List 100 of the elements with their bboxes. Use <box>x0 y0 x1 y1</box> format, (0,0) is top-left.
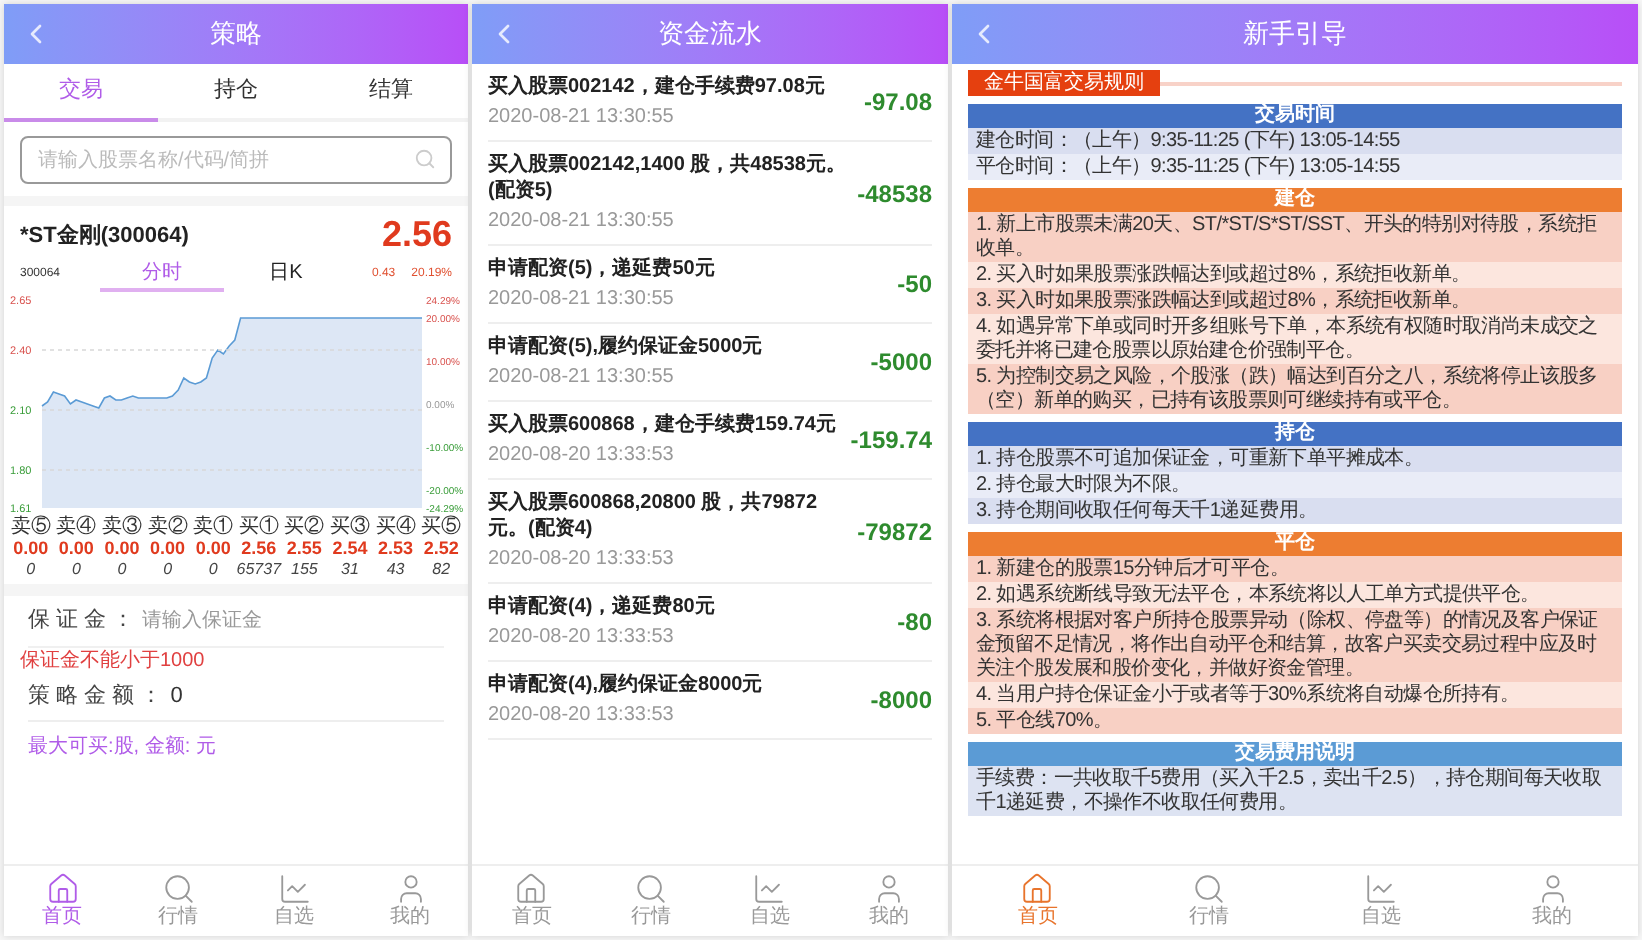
record-description: 申请配资(5)，递延费50元 <box>488 256 717 282</box>
record-description: 买入股票002142，建仓手续费97.08元 <box>488 74 827 100</box>
rule-row: 2. 如遇系统断线导致无法平仓，本系统将以人工单方式提供平仓。 <box>968 582 1622 608</box>
order-volume: 31 <box>341 560 359 580</box>
rule-row: 1. 新建仓的股票15分钟后才可平仓。 <box>968 556 1622 582</box>
tab[interactable]: 持仓 <box>158 64 314 121</box>
record-amount: -80 <box>895 606 932 640</box>
margin-input[interactable]: 请输入保证金 <box>142 606 444 636</box>
page-title: 资金流水 <box>656 16 764 53</box>
record-time: 2020-08-20 13:33:53 <box>488 444 676 468</box>
amount-label: 策 略 金 额 ： <box>28 681 163 713</box>
section-header: 交易时间 <box>968 104 1622 128</box>
search-icon <box>633 872 668 906</box>
order-label: 买⑤ <box>421 516 462 538</box>
nav-tab[interactable]: 行情 <box>591 866 710 936</box>
nav-tab[interactable]: 行情 <box>120 866 236 936</box>
rule-row: 3. 系统将根据对客户所持仓股票异动（除权、停盘等）的情况及客户保证金预留不足情况，将作出自动平仓和结算，故客户买卖交易过程中应及时关注个股发展和股价变化，并做好资金管理。 <box>968 608 1622 682</box>
rule-row: 2. 持仓最大时限为不限。 <box>968 472 1622 498</box>
order-price: 2.54 <box>332 538 368 560</box>
record-amount: -79872 <box>855 515 932 549</box>
order-label: 卖② <box>147 516 188 538</box>
order-price: 2.52 <box>423 538 459 560</box>
record-time: 2020-08-21 13:30:55 <box>488 366 676 390</box>
search-field[interactable]: 请输入股票名称/代码/简拼 <box>20 136 452 184</box>
order-price: 2.55 <box>286 538 322 560</box>
rule-row: 5. 平仓线70%。 <box>968 708 1622 734</box>
max-buy-text: 最大可买:股, 金额: 元 <box>28 733 218 762</box>
home-icon <box>1020 872 1055 906</box>
order-volume: 0 <box>26 560 36 580</box>
rule-row: 2. 买入时如果股票涨跌幅达到或超过8%，系统拒收新单。 <box>968 262 1622 288</box>
home-icon <box>514 872 549 906</box>
page-title: 策略 <box>208 16 264 53</box>
order-price: 0.00 <box>104 538 140 560</box>
rules-heading: 金牛国富交易规则 <box>968 70 1160 96</box>
nav-tab[interactable]: 首页 <box>472 866 591 936</box>
record-description: 买入股票600868，建仓手续费159.74元 <box>488 412 838 438</box>
order-price: 2.56 <box>241 538 277 560</box>
record-time: 2020-08-20 13:33:53 <box>488 704 676 728</box>
order-price: 0.00 <box>13 538 49 560</box>
search-icon <box>414 147 436 169</box>
rule-row: 4. 如遇异常下单或同时开多组账号下单，本系统有权随时取消尚未成交之委托并将已建仓股票以原始建仓价强制平仓。 <box>968 314 1622 364</box>
rule-row: 建仓时间：（上午）9:35-11:25 (下午) 13:05-14:55 <box>968 128 1622 154</box>
order-label: 卖① <box>193 516 234 538</box>
order-label: 买③ <box>329 516 370 538</box>
section-header: 平仓 <box>968 532 1622 556</box>
order-price: 0.00 <box>195 538 231 560</box>
record-description: 买入股票600868,20800 股，共79872元。(配资4) <box>488 490 820 542</box>
record-description: 申请配资(4)，递延费80元 <box>488 594 717 620</box>
record-amount: -8000 <box>868 684 932 718</box>
rule-row: 5. 为控制交易之风险，个股涨（跌）幅达到百分之八，系统将停止该股多（空）新单的购买，已持有该股票则可继续持有或平仓。 <box>968 364 1622 414</box>
order-label: 买② <box>284 516 325 538</box>
chart-icon <box>1363 872 1398 906</box>
chart-icon <box>277 872 311 906</box>
nav-tab[interactable]: 自选 <box>710 866 829 936</box>
order-label: 买④ <box>375 516 416 538</box>
tab[interactable]: 交易 <box>4 64 159 121</box>
section-header: 交易费用说明 <box>968 742 1622 766</box>
nav-tab[interactable]: 我的 <box>829 866 948 936</box>
order-label: 卖④ <box>56 516 97 538</box>
nav-tab[interactable]: 首页 <box>952 866 1124 936</box>
record-time: 2020-08-21 13:30:55 <box>488 106 676 130</box>
order-price: 0.00 <box>58 538 94 560</box>
nav-tab[interactable]: 自选 <box>1295 866 1467 936</box>
record-amount: -48538 <box>855 177 932 211</box>
section-header: 持仓 <box>968 422 1622 446</box>
stock-price: 2.56 <box>381 212 452 256</box>
record-amount: -97.08 <box>861 86 932 120</box>
nav-tab[interactable]: 我的 <box>1466 866 1638 936</box>
record-description: 申请配资(5),履约保证金5000元 <box>488 334 765 360</box>
chart-icon <box>752 872 787 906</box>
record-time: 2020-08-21 13:30:55 <box>488 210 676 234</box>
order-volume: 43 <box>386 560 405 580</box>
order-label: 卖⑤ <box>10 516 51 538</box>
rule-row: 平仓时间：（上午）9:35-11:25 (下午) 13:05-14:55 <box>968 154 1622 180</box>
amount-value: 0 <box>170 682 183 713</box>
nav-tab[interactable]: 首页 <box>4 866 120 936</box>
chart-tab[interactable]: 分时 <box>100 256 224 292</box>
search-icon <box>1192 872 1227 906</box>
order-price: 0.00 <box>150 538 186 560</box>
nav-tab[interactable]: 自选 <box>236 866 352 936</box>
stock-name: *ST金刚(300064) <box>20 221 189 251</box>
record-amount: -50 <box>895 268 932 302</box>
chart-tab[interactable]: 日K <box>224 256 348 292</box>
rule-row: 4. 当用户持仓保证金小于或者等于30%系统将自动爆仓所持有。 <box>968 682 1622 708</box>
record-time: 2020-08-21 13:30:55 <box>488 288 676 312</box>
page-title: 新手引导 <box>1241 16 1349 53</box>
rule-row: 1. 持仓股票不可追加保证金，可重新下单平摊成本。 <box>968 446 1622 472</box>
nav-tab[interactable]: 行情 <box>1123 866 1295 936</box>
order-volume: 65737 <box>236 560 282 580</box>
rule-row: 1. 新上市股票未满20天、ST/*ST/S*ST/SST、开头的特别对待股，系统拒收单。 <box>968 212 1622 262</box>
rule-row: 3. 买入时如果股票涨跌幅达到或超过8%，系统拒收新单。 <box>968 288 1622 314</box>
record-amount: -5000 <box>868 346 932 380</box>
order-volume: 0 <box>117 560 127 580</box>
order-volume: 155 <box>291 560 318 580</box>
home-icon <box>45 872 79 906</box>
order-label: 买① <box>238 516 279 538</box>
rule-row: 3. 持仓期间收取任何每天千1递延费用。 <box>968 498 1622 524</box>
order-label: 卖③ <box>101 516 142 538</box>
nav-tab[interactable]: 我的 <box>352 866 468 936</box>
tab[interactable]: 结算 <box>313 64 468 121</box>
